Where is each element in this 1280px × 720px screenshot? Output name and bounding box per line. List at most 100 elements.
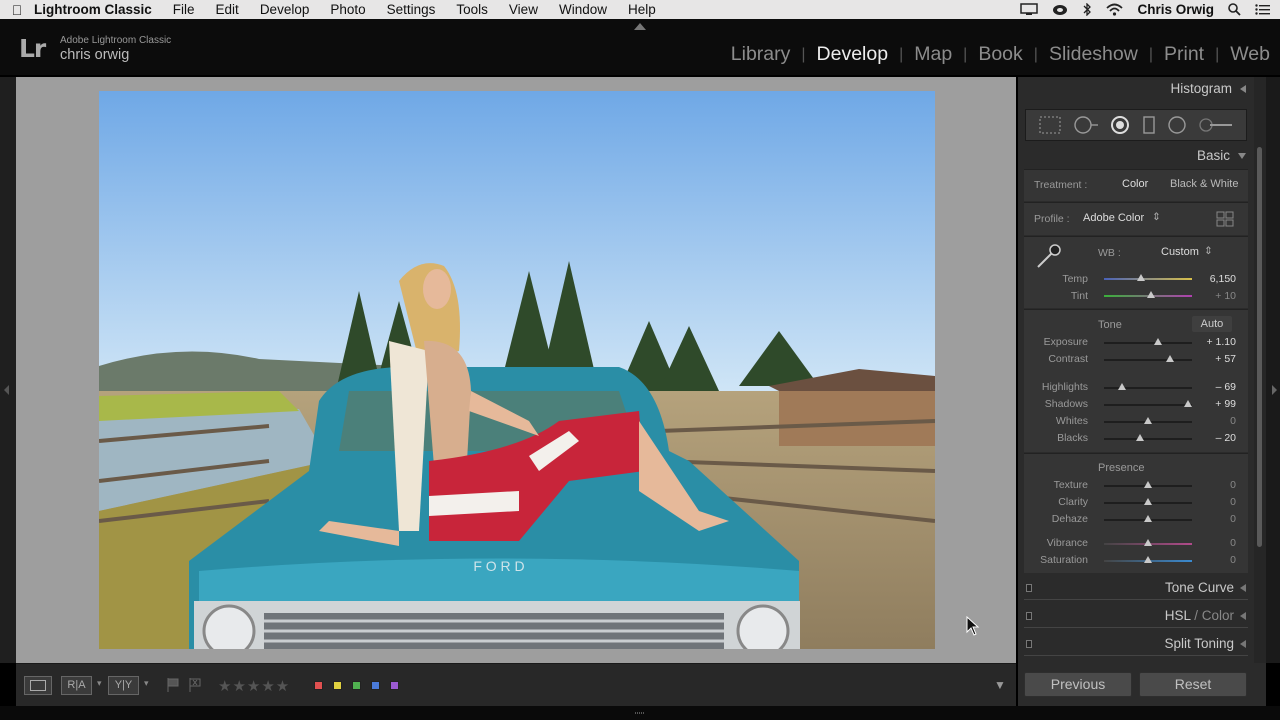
wifi-icon[interactable] (1106, 3, 1124, 16)
temp-slider-track[interactable] (1104, 278, 1192, 280)
star-rating[interactable]: ★★★★★ (218, 677, 290, 695)
app-menu[interactable]: Lightroom Classic (34, 2, 152, 17)
highlights-value[interactable]: – 69 (1196, 381, 1236, 393)
texture-value[interactable]: 0 (1196, 479, 1236, 491)
shadows-slider-thumb[interactable] (1183, 400, 1192, 407)
view-mode-dropdown-icon[interactable]: ▾ (144, 678, 149, 689)
temp-value[interactable]: 6,150 (1196, 273, 1236, 285)
color-title[interactable]: Color (1202, 608, 1234, 623)
treatment-black-white[interactable]: Black & White (1170, 178, 1238, 190)
spot-removal-icon[interactable] (1073, 115, 1099, 135)
highlights-slider-thumb[interactable] (1117, 383, 1126, 390)
module-web[interactable]: Web (1230, 43, 1270, 66)
whites-value[interactable]: 0 (1196, 415, 1236, 427)
blacks-slider-track[interactable] (1104, 438, 1192, 440)
before-after-dropdown-icon[interactable]: ▾ (97, 678, 102, 689)
basic-panel-header[interactable]: Basic (1197, 148, 1246, 163)
exposure-slider-thumb[interactable] (1153, 338, 1162, 345)
menu-view[interactable]: View (509, 2, 538, 17)
contrast-slider-track[interactable] (1104, 359, 1192, 361)
filmstrip-grip-icon[interactable] (634, 709, 646, 717)
wb-dropdown[interactable]: Custom (1161, 246, 1199, 258)
vibrance-value[interactable]: 0 (1196, 537, 1236, 549)
split-toning-toggle[interactable] (1026, 640, 1032, 648)
color-label-purple[interactable] (390, 681, 399, 690)
tone-curve-toggle[interactable] (1026, 584, 1032, 592)
right-edge-collapsed[interactable] (1266, 77, 1280, 663)
color-label-yellow[interactable] (333, 681, 342, 690)
before-after-mode-button[interactable]: Y|Y (108, 676, 139, 695)
dehaze-slider-thumb[interactable] (1144, 515, 1152, 522)
module-map[interactable]: Map (914, 43, 952, 66)
blacks-slider-thumb[interactable] (1136, 434, 1145, 441)
module-print[interactable]: Print (1164, 43, 1204, 66)
module-develop[interactable]: Develop (817, 43, 889, 66)
before-after-button[interactable]: R|A (61, 676, 92, 695)
tint-value[interactable]: + 10 (1196, 290, 1236, 302)
menu-window[interactable]: Window (559, 2, 607, 17)
contrast-value[interactable]: + 57 (1196, 353, 1236, 365)
hsl-title[interactable]: HSL (1165, 608, 1191, 623)
texture-slider-thumb[interactable] (1144, 481, 1152, 488)
color-label-green[interactable] (352, 681, 361, 690)
filmstrip-toggle-bar[interactable] (0, 706, 1280, 720)
expand-right-edge-icon[interactable] (1272, 385, 1277, 395)
menu-help[interactable]: Help (628, 2, 656, 17)
expand-triangle-icon[interactable] (1238, 152, 1246, 159)
color-label-blue[interactable] (371, 681, 380, 690)
menu-photo[interactable]: Photo (330, 2, 365, 17)
previous-button[interactable]: Previous (1024, 672, 1132, 697)
menu-develop[interactable]: Develop (260, 2, 310, 17)
adjustment-brush-icon[interactable] (1198, 115, 1234, 135)
exposure-slider-track[interactable] (1104, 342, 1192, 344)
color-label-red[interactable] (314, 681, 323, 690)
left-panel-collapsed[interactable] (0, 77, 16, 663)
saturation-slider-thumb[interactable] (1144, 556, 1152, 563)
flag-pick-icon[interactable] (166, 677, 180, 693)
tone-curve-panel-header[interactable]: Tone Curve (1024, 576, 1248, 600)
split-toning-panel-header[interactable]: Split Toning (1024, 632, 1248, 656)
clarity-slider-thumb[interactable] (1144, 498, 1152, 505)
menu-edit[interactable]: Edit (216, 2, 239, 17)
auto-tone-button[interactable]: Auto (1192, 316, 1232, 332)
module-library[interactable]: Library (731, 43, 791, 66)
reset-button[interactable]: Reset (1139, 672, 1247, 697)
display-icon[interactable] (1020, 3, 1039, 16)
temp-slider-thumb[interactable] (1136, 274, 1145, 281)
panel-toggle-top-icon[interactable] (634, 23, 646, 30)
creative-cloud-icon[interactable] (1052, 3, 1068, 16)
dehaze-value[interactable]: 0 (1196, 513, 1236, 525)
profile-dropdown[interactable]: Adobe Color (1083, 212, 1144, 224)
profile-browser-icon[interactable] (1216, 211, 1234, 227)
image-canvas[interactable]: F O R D (16, 77, 1016, 663)
hsl-color-panel-header[interactable]: HSL / Color (1024, 604, 1248, 628)
whites-slider-thumb[interactable] (1144, 417, 1152, 424)
tone-curve-expand-icon[interactable] (1240, 584, 1246, 592)
tint-slider-thumb[interactable] (1146, 291, 1155, 298)
histogram-panel-header[interactable]: Histogram (1170, 81, 1246, 96)
shadows-value[interactable]: + 99 (1196, 398, 1236, 410)
hsl-toggle[interactable] (1026, 612, 1032, 620)
blacks-value[interactable]: – 20 (1196, 432, 1236, 444)
contrast-slider-thumb[interactable] (1166, 355, 1174, 362)
menu-file[interactable]: File (173, 2, 195, 17)
module-book[interactable]: Book (978, 43, 1022, 66)
module-slideshow[interactable]: Slideshow (1049, 43, 1138, 66)
profile-chevron-icon[interactable]: ⇕ (1152, 211, 1161, 223)
menu-tools[interactable]: Tools (456, 2, 488, 17)
scrollbar-thumb[interactable] (1257, 147, 1262, 547)
crop-overlay-icon[interactable] (1038, 115, 1062, 135)
right-panel-scrollbar[interactable] (1254, 77, 1266, 664)
spotlight-search-icon[interactable] (1228, 3, 1241, 16)
saturation-value[interactable]: 0 (1196, 554, 1236, 566)
clarity-value[interactable]: 0 (1196, 496, 1236, 508)
menubar-user[interactable]: Chris Orwig (1137, 2, 1214, 17)
collapse-triangle-icon[interactable] (1240, 84, 1246, 93)
exposure-value[interactable]: + 1.10 (1196, 336, 1237, 348)
photo-preview[interactable]: F O R D (99, 91, 935, 649)
apple-icon[interactable]:  (0, 2, 34, 18)
flag-reject-icon[interactable] (188, 677, 202, 693)
menu-settings[interactable]: Settings (387, 2, 436, 17)
toolbar-options-chevron-icon[interactable]: ▼ (994, 678, 1006, 692)
loupe-view-button[interactable] (24, 676, 52, 695)
